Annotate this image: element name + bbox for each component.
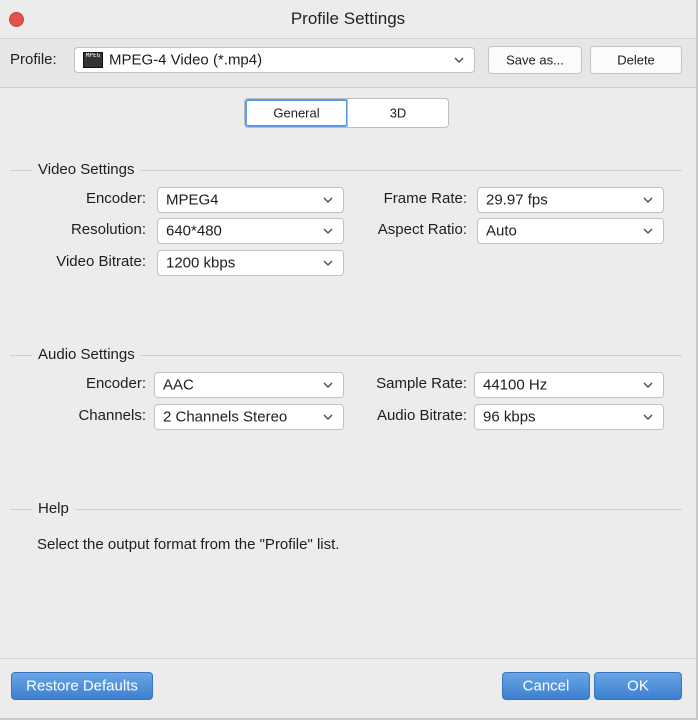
delete-button[interactable]: Delete xyxy=(590,46,682,74)
profile-settings-window: Profile Settings Profile: MPEG MPEG-4 Vi… xyxy=(0,0,698,720)
channels-select[interactable]: 2 Channels Stereo xyxy=(154,404,344,430)
chevron-down-icon xyxy=(323,382,333,389)
title-bar: Profile Settings xyxy=(0,0,696,39)
help-text: Select the output format from the "Profi… xyxy=(37,536,340,553)
settings-tabs: General 3D xyxy=(244,98,449,128)
audio-settings-title: Audio Settings xyxy=(32,346,141,363)
video-encoder-select[interactable]: MPEG4 xyxy=(157,187,344,213)
help-title: Help xyxy=(32,500,75,517)
video-encoder-value: MPEG4 xyxy=(166,191,219,209)
sample-rate-value: 44100 Hz xyxy=(483,376,548,394)
video-encoder-label: Encoder: xyxy=(85,190,146,207)
chevron-down-icon xyxy=(323,414,333,421)
chevron-down-icon xyxy=(643,414,653,421)
tab-3d[interactable]: 3D xyxy=(348,99,448,127)
resolution-select[interactable]: 640*480 xyxy=(157,218,344,244)
mpeg-file-icon: MPEG xyxy=(83,52,103,68)
profile-value: MPEG-4 Video (*.mp4) xyxy=(109,51,263,69)
chevron-down-icon xyxy=(643,197,653,204)
window-title: Profile Settings xyxy=(290,9,406,28)
frame-rate-select[interactable]: 29.97 fps xyxy=(477,187,664,213)
channels-label: Channels: xyxy=(78,407,146,424)
cancel-button[interactable]: Cancel xyxy=(502,672,590,700)
profile-toolbar: Profile: MPEG MPEG-4 Video (*.mp4) Save … xyxy=(0,39,696,88)
chevron-down-icon xyxy=(643,382,653,389)
tab-general[interactable]: General xyxy=(245,99,348,127)
chevron-down-icon xyxy=(323,228,333,235)
audio-bitrate-select[interactable]: 96 kbps xyxy=(474,404,664,430)
video-settings-title: Video Settings xyxy=(32,161,141,178)
profile-label: Profile: xyxy=(10,51,57,68)
resolution-value: 640*480 xyxy=(166,222,222,240)
audio-bitrate-label: Audio Bitrate: xyxy=(376,407,467,424)
chevron-down-icon xyxy=(323,197,333,204)
sample-rate-label: Sample Rate: xyxy=(376,375,467,392)
chevron-down-icon xyxy=(323,260,333,267)
video-bitrate-label: Video Bitrate: xyxy=(56,253,146,270)
video-bitrate-select[interactable]: 1200 kbps xyxy=(157,250,344,276)
video-bitrate-value: 1200 kbps xyxy=(166,254,236,272)
sample-rate-select[interactable]: 44100 Hz xyxy=(474,372,664,398)
footer-divider xyxy=(0,658,696,659)
frame-rate-label: Frame Rate: xyxy=(383,190,467,207)
chevron-down-icon xyxy=(643,228,653,235)
aspect-ratio-label: Aspect Ratio: xyxy=(377,221,467,238)
channels-value: 2 Channels Stereo xyxy=(163,408,288,426)
audio-bitrate-value: 96 kbps xyxy=(483,408,536,426)
resolution-label: Resolution: xyxy=(70,221,146,238)
help-section-rule xyxy=(10,509,682,510)
save-as-button[interactable]: Save as... xyxy=(488,46,582,74)
chevron-down-icon xyxy=(454,57,464,64)
ok-button[interactable]: OK xyxy=(594,672,682,700)
audio-encoder-label: Encoder: xyxy=(85,375,146,392)
audio-encoder-value: AAC xyxy=(163,376,194,394)
restore-defaults-button[interactable]: Restore Defaults xyxy=(11,672,153,700)
profile-select[interactable]: MPEG MPEG-4 Video (*.mp4) xyxy=(74,47,475,73)
audio-encoder-select[interactable]: AAC xyxy=(154,372,344,398)
aspect-ratio-value: Auto xyxy=(486,222,517,240)
aspect-ratio-select[interactable]: Auto xyxy=(477,218,664,244)
frame-rate-value: 29.97 fps xyxy=(486,191,548,209)
